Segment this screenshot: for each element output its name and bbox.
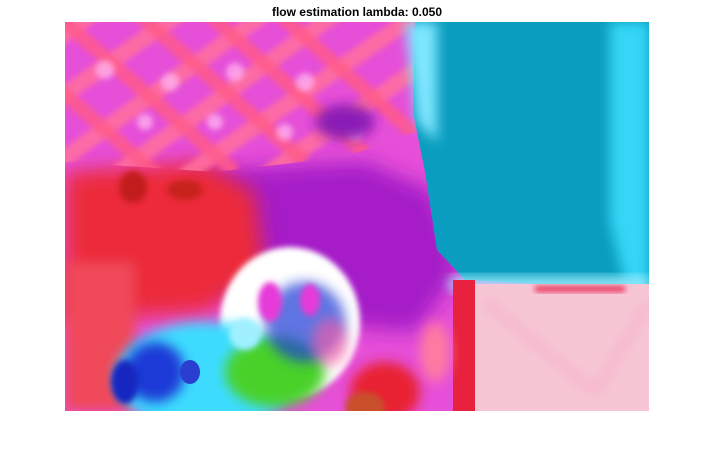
flow-visualization-image [65, 22, 649, 411]
figure-title: flow estimation lambda: 0.050 [271, 5, 443, 19]
